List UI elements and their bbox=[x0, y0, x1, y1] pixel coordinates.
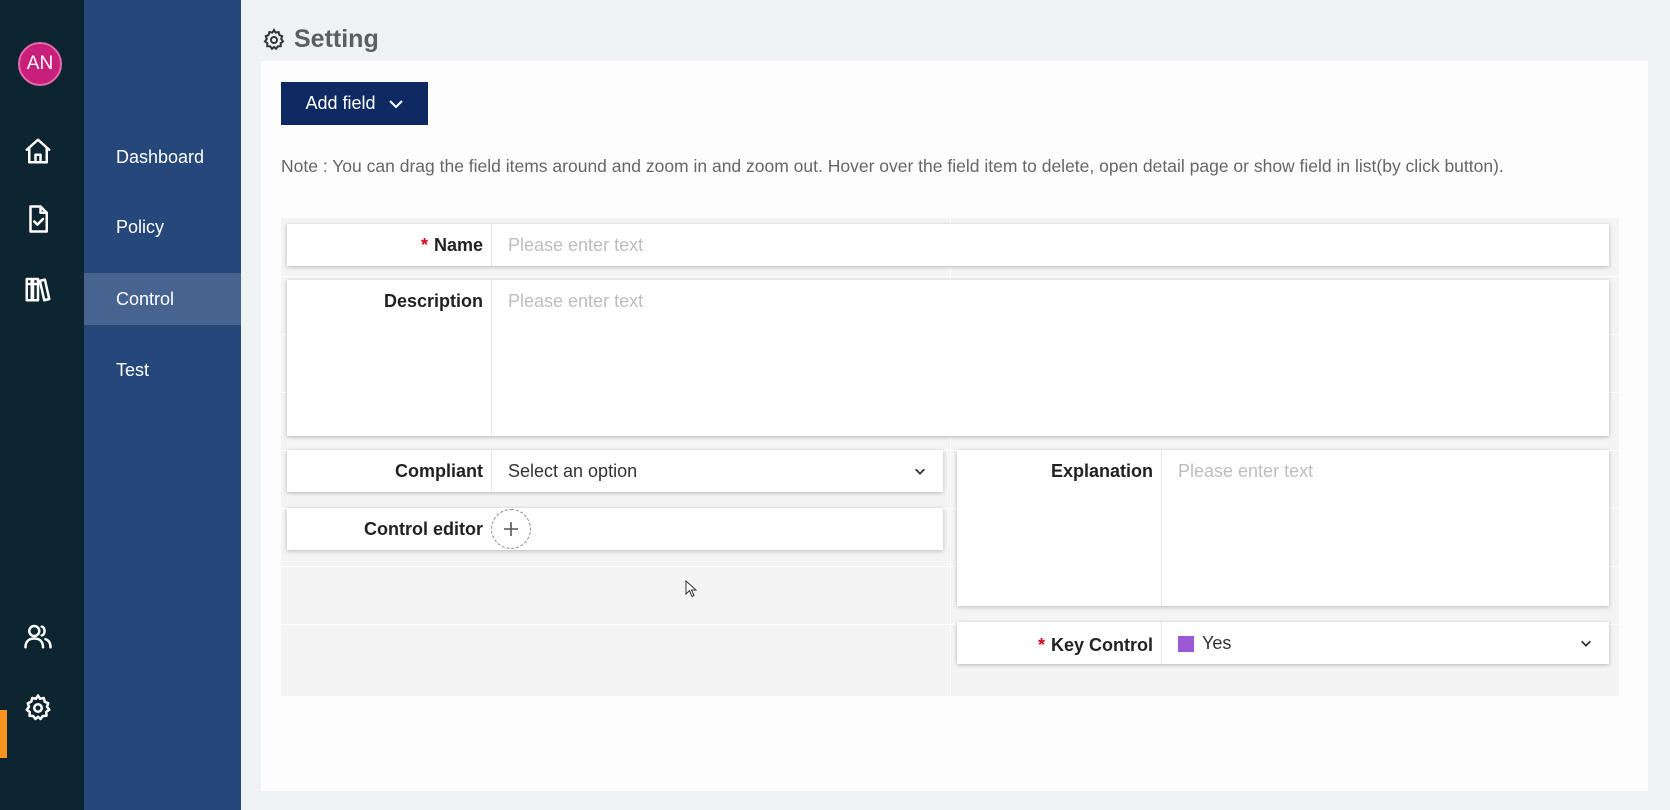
field-label: * Key Control bbox=[957, 622, 1161, 664]
gear-icon[interactable] bbox=[20, 690, 56, 726]
chevron-down-icon bbox=[915, 468, 925, 475]
required-mark: * bbox=[420, 235, 428, 255]
field-label: Control editor bbox=[287, 508, 491, 550]
field-label-text: Description bbox=[383, 291, 483, 311]
icon-rail: AN bbox=[0, 0, 84, 810]
field-label-text: Compliant bbox=[395, 461, 483, 481]
sidebar-item-policy[interactable]: Policy bbox=[84, 201, 241, 253]
users-icon[interactable] bbox=[20, 618, 56, 654]
compliant-select[interactable]: Select an option bbox=[491, 450, 943, 492]
field-label: Compliant bbox=[287, 450, 491, 492]
note-text: Note : You can drag the field items arou… bbox=[281, 156, 1504, 176]
select-value: Yes bbox=[1202, 633, 1232, 653]
field-label: Description bbox=[287, 280, 491, 436]
field-label-text: Key Control bbox=[1050, 635, 1153, 655]
sidebar-item-dashboard[interactable]: Dashboard bbox=[84, 131, 241, 183]
description-textarea[interactable]: Please enter text bbox=[491, 280, 1609, 436]
sidebar: Dashboard Policy Control Test bbox=[84, 0, 241, 810]
active-indicator bbox=[0, 710, 7, 758]
plus-icon bbox=[504, 522, 518, 536]
field-label-text: Control editor bbox=[364, 519, 483, 539]
field-label: Explanation bbox=[957, 450, 1161, 606]
name-input[interactable]: Please enter text bbox=[491, 224, 1609, 266]
library-icon[interactable] bbox=[20, 271, 56, 307]
field-item-key-control[interactable]: * Key Control Yes bbox=[957, 622, 1609, 664]
field-label-text: Explanation bbox=[1050, 461, 1153, 481]
field-canvas[interactable]: * Name Please enter text Description Plea… bbox=[281, 218, 1619, 696]
document-check-icon[interactable] bbox=[20, 201, 56, 237]
mouse-cursor-icon bbox=[685, 580, 697, 598]
add-control-button[interactable] bbox=[491, 509, 531, 549]
settings-panel: Add field Note : You can drag the field … bbox=[261, 61, 1648, 791]
page-title: Setting bbox=[262, 25, 379, 54]
add-field-button[interactable]: Add field bbox=[281, 82, 428, 125]
sidebar-item-test[interactable]: Test bbox=[84, 344, 241, 396]
grid-line bbox=[281, 276, 1619, 277]
required-mark: * bbox=[1037, 635, 1045, 655]
field-item-description[interactable]: Description Please enter text bbox=[287, 280, 1609, 436]
key-control-select[interactable]: Yes bbox=[1161, 622, 1609, 664]
color-swatch bbox=[1178, 636, 1194, 653]
chevron-down-icon bbox=[1581, 640, 1591, 647]
select-value: Select an option bbox=[508, 461, 638, 481]
avatar[interactable]: AN bbox=[18, 42, 62, 86]
gear-icon bbox=[263, 27, 285, 50]
field-item-compliant[interactable]: Compliant Select an option bbox=[287, 450, 943, 492]
field-label: * Name bbox=[287, 224, 491, 266]
home-icon[interactable] bbox=[20, 133, 56, 169]
page-title-text: Setting bbox=[294, 25, 379, 53]
add-field-label: Add field bbox=[305, 93, 376, 113]
field-item-control-editor[interactable]: Control editor bbox=[287, 508, 943, 550]
field-label-text: Name bbox=[433, 235, 483, 255]
field-item-explanation[interactable]: Explanation Please enter text bbox=[957, 450, 1609, 606]
sidebar-item-control[interactable]: Control bbox=[84, 273, 241, 325]
chevron-down-icon bbox=[388, 99, 403, 108]
explanation-textarea[interactable]: Please enter text bbox=[1161, 450, 1609, 606]
field-item-name[interactable]: * Name Please enter text bbox=[287, 224, 1609, 266]
